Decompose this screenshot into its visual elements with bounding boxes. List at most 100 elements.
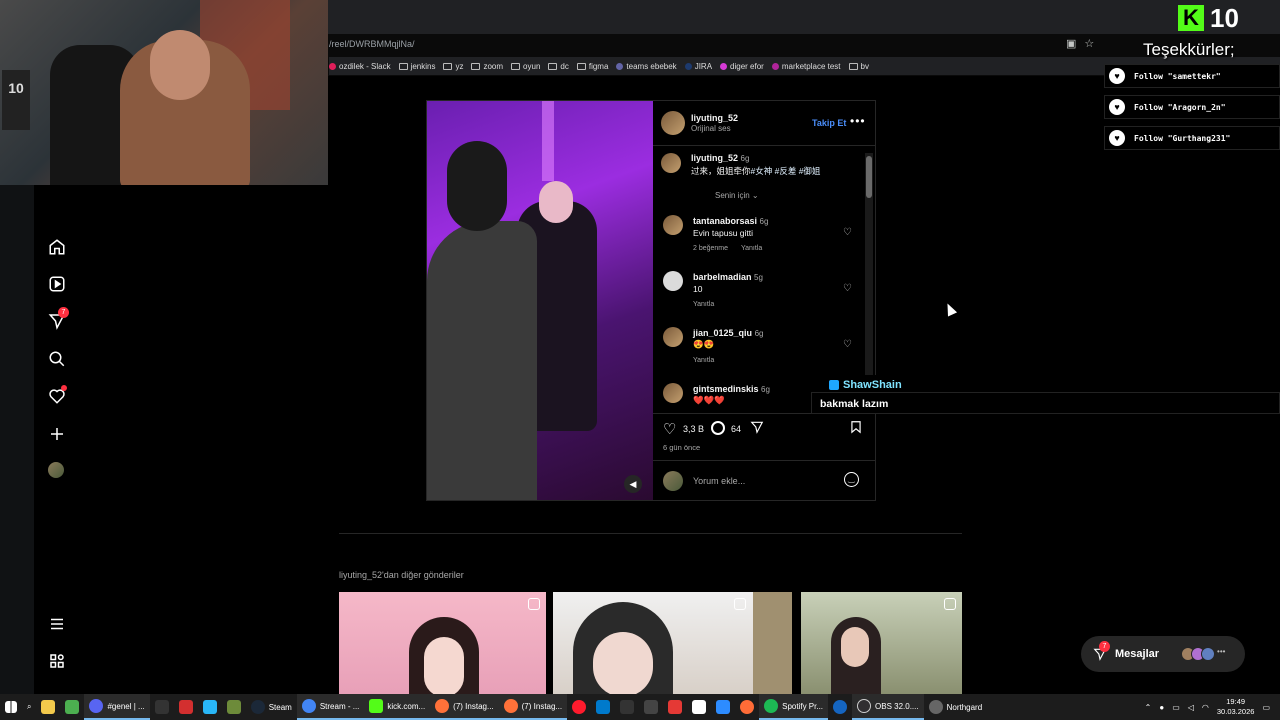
comment-avatar[interactable] bbox=[663, 215, 683, 235]
bookmark-item[interactable]: marketplace test bbox=[771, 62, 841, 71]
notepad-icon[interactable] bbox=[60, 694, 84, 720]
comment-avatar[interactable] bbox=[663, 271, 683, 291]
app-icon[interactable] bbox=[615, 694, 639, 720]
bookmark-item[interactable]: jenkins bbox=[398, 62, 435, 71]
file-explorer-icon[interactable] bbox=[36, 694, 60, 720]
direct-messages-icon[interactable]: 7 bbox=[48, 307, 69, 330]
app-icon[interactable] bbox=[828, 694, 852, 720]
mic-icon[interactable]: ● bbox=[1159, 703, 1164, 712]
like-comment-icon[interactable]: ♡ bbox=[843, 283, 852, 294]
follow-button[interactable]: Takip Et bbox=[812, 118, 846, 128]
taskbar-instagram-2[interactable]: (7) Instag... bbox=[498, 694, 568, 720]
bookmark-icon[interactable] bbox=[849, 420, 863, 434]
star-icon[interactable]: ☆ bbox=[1084, 37, 1094, 50]
reply-button[interactable]: Yanıtla bbox=[693, 357, 714, 364]
reply-button[interactable]: Yanıtla bbox=[741, 245, 762, 252]
follow-alert: ♥ Follow "Aragorn_2n" bbox=[1104, 95, 1280, 119]
create-icon[interactable] bbox=[48, 425, 66, 443]
taskbar-kick[interactable]: kick.com... bbox=[364, 694, 431, 720]
like-comment-icon[interactable]: ♡ bbox=[843, 227, 852, 238]
taskbar-chrome-stream[interactable]: Stream - ... bbox=[296, 694, 365, 720]
comment-likes[interactable]: 2 beğenme bbox=[693, 245, 728, 252]
search-icon[interactable]: ⌕ bbox=[22, 694, 36, 720]
chevron-up-icon[interactable]: ⌃ bbox=[1145, 703, 1152, 712]
app-icon[interactable] bbox=[639, 694, 663, 720]
app-icon[interactable] bbox=[198, 694, 222, 720]
clock[interactable]: 19:49 30.03.2026 bbox=[1217, 697, 1255, 717]
comment-avatar[interactable] bbox=[663, 383, 683, 403]
bookmark-item[interactable]: figma bbox=[576, 62, 608, 71]
network-icon[interactable]: ▭ bbox=[1172, 703, 1180, 712]
address-bar[interactable]: /reel/DWRBMMqjlNa/ bbox=[329, 35, 1109, 55]
reel-video[interactable]: ◀ bbox=[427, 101, 653, 500]
comment-username[interactable]: tantanaborsasi 6g bbox=[693, 216, 768, 226]
bookmark-item[interactable]: dc bbox=[548, 62, 569, 71]
like-icon[interactable]: ♡ bbox=[663, 420, 676, 438]
profile-avatar[interactable] bbox=[48, 462, 66, 480]
reply-button[interactable]: Yanıtla bbox=[693, 301, 714, 308]
apps-icon[interactable] bbox=[48, 652, 66, 670]
taskbar-obs[interactable]: OBS 32.0.... bbox=[852, 694, 924, 720]
folder-icon bbox=[848, 62, 858, 70]
epic-games-icon[interactable] bbox=[150, 694, 174, 720]
volume-icon[interactable]: ◁ bbox=[1188, 703, 1194, 712]
author-avatar[interactable] bbox=[661, 111, 685, 135]
bookmark-item[interactable]: yz bbox=[443, 62, 463, 71]
menu-icon[interactable] bbox=[48, 615, 66, 633]
messages-button[interactable]: 7 Mesajlar ••• bbox=[1081, 636, 1245, 672]
author-username[interactable]: liyuting_52 bbox=[691, 113, 738, 123]
comment-avatar[interactable] bbox=[663, 327, 683, 347]
post-date: 6 gün önce bbox=[663, 443, 701, 452]
opera-icon[interactable] bbox=[567, 694, 591, 720]
home-icon[interactable] bbox=[48, 238, 66, 256]
audio-label[interactable]: Orijinal ses bbox=[691, 124, 731, 133]
bookmark-item[interactable]: JIRA bbox=[684, 62, 712, 71]
bookmark-item[interactable]: bv bbox=[848, 62, 869, 71]
caption-hashtags[interactable]: #女神 #反差 #御姐 bbox=[751, 166, 821, 176]
taskbar-discord[interactable]: #genel | ... bbox=[84, 694, 150, 720]
comment-icon[interactable] bbox=[711, 421, 725, 435]
reels-icon[interactable] bbox=[48, 275, 66, 293]
comment-username[interactable]: jian_0125_qiu 6g bbox=[693, 328, 763, 338]
wifi-icon[interactable]: ◠ bbox=[1202, 703, 1209, 712]
comment-username[interactable]: gintsmedinskis 6g bbox=[693, 384, 770, 394]
emoji-icon[interactable]: ‿ bbox=[844, 472, 859, 487]
more-post-thumbnail[interactable] bbox=[801, 592, 962, 694]
bookmark-item[interactable]: oyun bbox=[511, 62, 540, 71]
app-icon[interactable] bbox=[663, 694, 687, 720]
heart-icon[interactable] bbox=[48, 385, 67, 405]
comments-scroll-thumb[interactable] bbox=[866, 156, 872, 198]
bookmark-item[interactable]: ozdilek - Slack bbox=[329, 62, 391, 71]
share-icon[interactable] bbox=[750, 420, 764, 434]
comment-input[interactable]: Yorum ekle... bbox=[693, 476, 745, 486]
taskbar-spotify[interactable]: Spotify Pr... bbox=[759, 694, 829, 720]
bookmark-icon bbox=[720, 62, 728, 70]
bookmark-item[interactable]: zoom bbox=[471, 62, 503, 71]
zoom-icon[interactable] bbox=[711, 694, 735, 720]
bookmark-item[interactable]: diger efor bbox=[720, 62, 764, 71]
taskbar-northgard[interactable]: Northgard bbox=[924, 694, 988, 720]
caption-avatar[interactable] bbox=[661, 153, 681, 173]
taskbar-instagram-1[interactable]: (7) Instag... bbox=[430, 694, 499, 720]
vscode-icon[interactable] bbox=[591, 694, 615, 720]
like-count[interactable]: 3,3 B bbox=[683, 424, 704, 434]
slack-icon[interactable] bbox=[687, 694, 711, 720]
more-post-thumbnail[interactable] bbox=[553, 592, 792, 694]
comment-username[interactable]: barbelmadian 5g bbox=[693, 272, 763, 282]
notification-icon[interactable]: ▭ bbox=[1262, 703, 1270, 712]
like-comment-icon[interactable]: ♡ bbox=[843, 339, 852, 350]
windows-start-icon[interactable] bbox=[0, 694, 22, 720]
comment-sort-dropdown[interactable]: Senin için ⌄ bbox=[715, 191, 759, 200]
postman-icon[interactable] bbox=[735, 694, 759, 720]
more-options-icon[interactable]: ••• bbox=[850, 114, 866, 128]
search-icon[interactable] bbox=[48, 350, 66, 368]
minecraft-icon[interactable] bbox=[222, 694, 246, 720]
more-post-thumbnail[interactable] bbox=[339, 592, 546, 694]
screenshot-icon[interactable]: ▣ bbox=[1066, 37, 1076, 50]
bookmark-item[interactable]: teams ebebek bbox=[616, 62, 677, 71]
app-icon[interactable] bbox=[174, 694, 198, 720]
caption-username[interactable]: liyuting_52 6g bbox=[691, 153, 749, 163]
taskbar-steam[interactable]: Steam bbox=[246, 694, 297, 720]
mute-icon[interactable]: ◀ bbox=[624, 475, 642, 493]
messages-label: Mesajlar bbox=[1115, 648, 1160, 660]
